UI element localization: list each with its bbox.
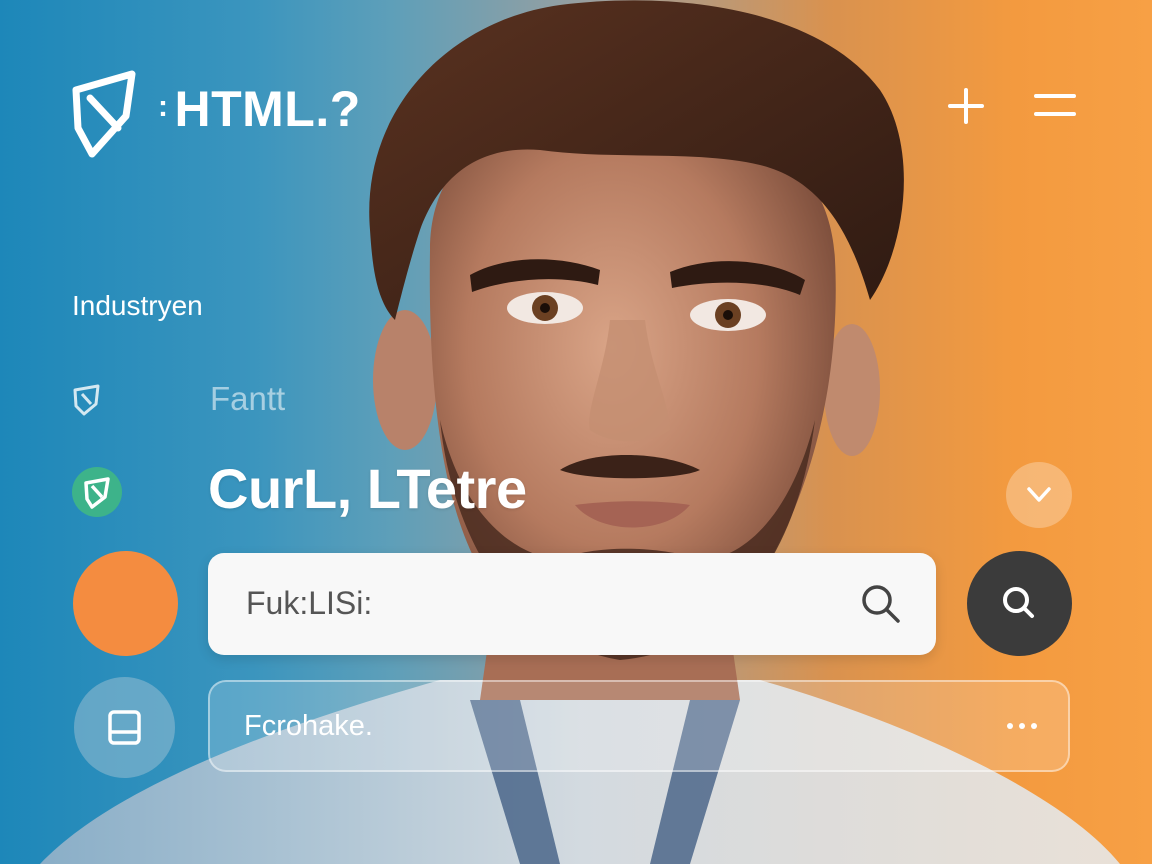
secondary-field-value: Fcrohake. <box>244 710 373 742</box>
more-dots-icon[interactable] <box>1002 714 1042 738</box>
shield-logo-icon <box>72 70 136 158</box>
search-input[interactable]: Fuk:LISi: <box>208 553 936 655</box>
document-button[interactable] <box>74 677 175 778</box>
headline: CurL, LTetre <box>208 457 527 520</box>
search-icon <box>862 585 900 623</box>
accent-circle <box>73 551 178 656</box>
menu-icon[interactable] <box>1032 84 1078 128</box>
shield-badge-icon <box>84 477 110 509</box>
brand-title: : HTML.? <box>158 80 361 138</box>
section-label: Industryen <box>72 290 203 321</box>
search-input-value: Fuk:LISi: <box>246 585 373 621</box>
badge-button[interactable] <box>72 467 122 517</box>
brand-name: HTML.? <box>174 81 361 137</box>
plus-icon[interactable] <box>944 84 988 128</box>
search-icon <box>1003 587 1034 618</box>
chevron-down-icon <box>1027 487 1051 502</box>
brand-separator: : <box>158 90 169 123</box>
search-button[interactable] <box>967 551 1072 656</box>
sub-label: Fantt <box>210 380 286 417</box>
secondary-field[interactable]: Fcrohake. <box>208 680 1070 772</box>
document-icon <box>108 710 141 745</box>
shield-icon <box>73 384 100 416</box>
expand-toggle-button[interactable] <box>1006 462 1072 528</box>
